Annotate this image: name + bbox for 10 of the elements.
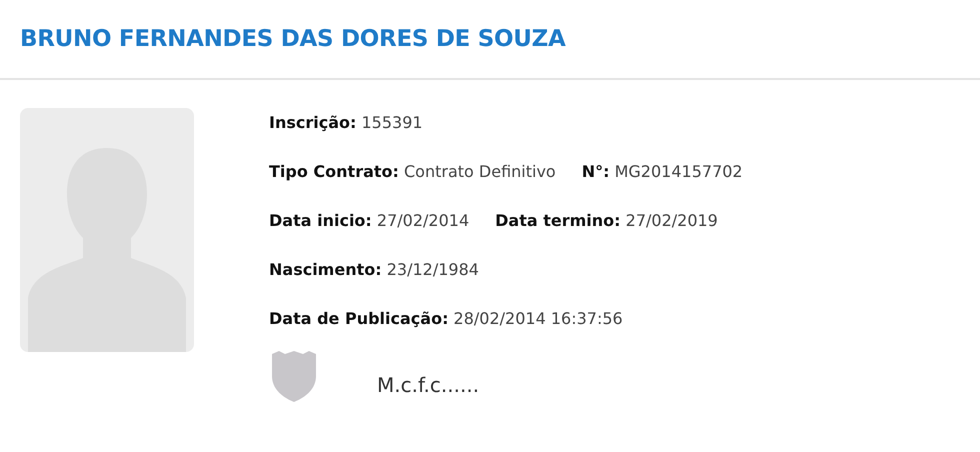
info-field: Inscrição: 155391 xyxy=(269,113,423,162)
info-field: Nascimento: 23/12/1984 xyxy=(269,260,479,309)
info-field: N°: MG2014157702 xyxy=(582,162,743,211)
info-field: Data inicio: 27/02/2014 xyxy=(269,211,470,260)
club-name: M.c.f.c...... xyxy=(377,373,480,397)
player-name: BRUNO FERNANDES DAS DORES DE SOUZA xyxy=(20,26,566,52)
info-field: Tipo Contrato: Contrato Definitivo xyxy=(269,162,556,211)
info-field: Data de Publicação: 28/02/2014 16:37:56 xyxy=(269,309,623,358)
info-field: Data termino: 27/02/2019 xyxy=(495,211,718,260)
shield-icon xyxy=(269,350,319,402)
